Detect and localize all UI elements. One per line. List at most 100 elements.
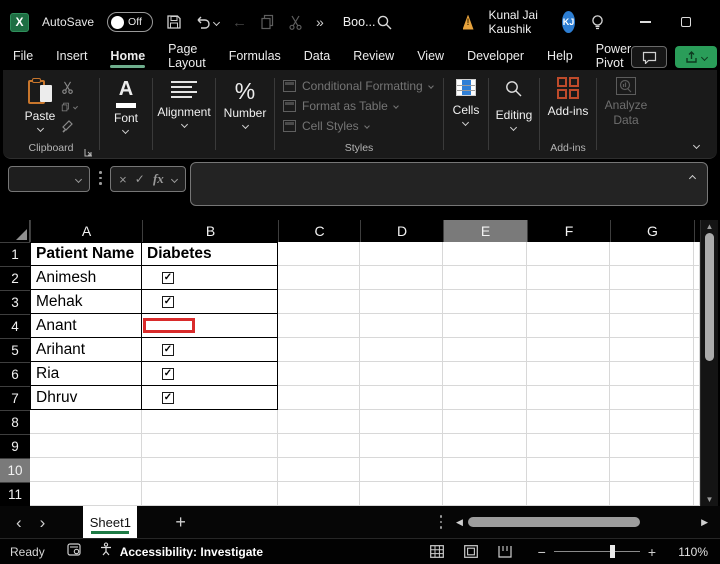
cell-E7[interactable] <box>443 386 527 410</box>
zoom-slider[interactable] <box>554 551 640 552</box>
fx-chevron-icon[interactable] <box>171 175 178 182</box>
column-header-A[interactable]: A <box>30 220 142 242</box>
cell-C8[interactable] <box>278 410 360 434</box>
editing-group-button[interactable]: Editing <box>489 70 539 158</box>
sheet-nav-right-icon[interactable]: › <box>40 514 46 531</box>
cell-B9[interactable] <box>142 434 278 458</box>
cell-F4[interactable] <box>527 314 610 338</box>
cell-F3[interactable] <box>527 290 610 314</box>
row-header-2[interactable]: 2 <box>0 266 30 290</box>
cell-A3[interactable]: Mehak <box>30 290 142 314</box>
tab-help[interactable]: Help <box>547 46 573 69</box>
row-header-5[interactable]: 5 <box>0 338 30 362</box>
cell-B8[interactable] <box>142 410 278 434</box>
zoom-out-button[interactable]: − <box>538 544 546 560</box>
cell-A7[interactable]: Dhruv <box>30 386 142 410</box>
checkbox-checked-icon[interactable]: ✓ <box>162 296 174 308</box>
cells-group-button[interactable]: Cells <box>444 70 488 158</box>
cell-C3[interactable] <box>278 290 360 314</box>
cell-G8[interactable] <box>610 410 694 434</box>
tab-developer[interactable]: Developer <box>467 46 524 69</box>
cell-E9[interactable] <box>443 434 527 458</box>
cell-F10[interactable] <box>527 458 610 482</box>
cell-B4[interactable] <box>142 314 278 338</box>
cell-F7[interactable] <box>527 386 610 410</box>
cell-A4[interactable]: Anant <box>30 314 142 338</box>
autosave-toggle[interactable]: Off <box>107 12 153 32</box>
cell-G4[interactable] <box>610 314 694 338</box>
scroll-up-icon[interactable]: ▲ <box>701 222 718 231</box>
tab-insert[interactable]: Insert <box>56 46 87 69</box>
cell-C7[interactable] <box>278 386 360 410</box>
cell-F1[interactable] <box>527 242 610 266</box>
row-header-8[interactable]: 8 <box>0 410 30 434</box>
overflow-chevron-icon[interactable]: » <box>316 14 324 30</box>
cell-G5[interactable] <box>610 338 694 362</box>
cell-E1[interactable] <box>443 242 527 266</box>
cell-G9[interactable] <box>610 434 694 458</box>
tab-home[interactable]: Home <box>110 46 145 69</box>
cell-C2[interactable] <box>278 266 360 290</box>
cell-C5[interactable] <box>278 338 360 362</box>
undo-icon[interactable] <box>195 15 219 30</box>
cell-G7[interactable] <box>610 386 694 410</box>
cell-styles-button[interactable]: Cell Styles <box>283 116 369 136</box>
horizontal-scrollbar[interactable]: ◀ ▶ <box>456 506 708 538</box>
lightbulb-icon[interactable] <box>590 14 605 31</box>
cell-E11[interactable] <box>443 482 527 506</box>
page-layout-view-button[interactable] <box>454 545 488 558</box>
cell-G1[interactable] <box>610 242 694 266</box>
macro-record-icon[interactable] <box>67 543 81 561</box>
document-title[interactable]: Boo... <box>343 15 376 29</box>
column-header-F[interactable]: F <box>527 220 610 242</box>
cell-C6[interactable] <box>278 362 360 386</box>
accessibility-icon[interactable] <box>99 542 113 561</box>
checkbox-checked-icon[interactable]: ✓ <box>162 344 174 356</box>
row-header-4[interactable]: 4 <box>0 314 30 338</box>
cell-B3[interactable]: ✓ <box>142 290 278 314</box>
collapse-formula-bar-chevron[interactable] <box>689 175 696 182</box>
cell-A10[interactable] <box>30 458 142 482</box>
horizontal-scrollbar-thumb[interactable] <box>468 517 640 527</box>
search-icon[interactable] <box>376 14 393 31</box>
cell-F8[interactable] <box>527 410 610 434</box>
formula-bar-grip-dots[interactable] <box>99 171 102 185</box>
cell-G11[interactable] <box>610 482 694 506</box>
cell-A11[interactable] <box>30 482 142 506</box>
cell-C11[interactable] <box>278 482 360 506</box>
column-header-B[interactable]: B <box>142 220 278 242</box>
column-header-E[interactable]: E <box>443 220 527 242</box>
user-name[interactable]: Kunal Jai Kaushik <box>489 8 547 36</box>
tab-data[interactable]: Data <box>304 46 330 69</box>
enter-icon[interactable]: ✓ <box>135 172 145 186</box>
tab-review[interactable]: Review <box>353 46 394 69</box>
cell-D9[interactable] <box>360 434 443 458</box>
row-header-9[interactable]: 9 <box>0 434 30 458</box>
cell-A8[interactable] <box>30 410 142 434</box>
row-header-3[interactable]: 3 <box>0 290 30 314</box>
cell-G10[interactable] <box>610 458 694 482</box>
cell-C10[interactable] <box>278 458 360 482</box>
zoom-in-button[interactable]: + <box>648 544 656 560</box>
cell-A2[interactable]: Animesh <box>30 266 142 290</box>
selected-checkbox-red-outline[interactable] <box>143 318 195 333</box>
comments-button[interactable] <box>631 46 667 68</box>
warning-icon[interactable]: ! <box>463 15 474 30</box>
checkbox-checked-icon[interactable]: ✓ <box>162 368 174 380</box>
row-header-11[interactable]: 11 <box>0 482 30 506</box>
name-box[interactable] <box>8 166 90 192</box>
minimize-button[interactable] <box>640 21 651 22</box>
scroll-right-icon[interactable]: ▶ <box>701 517 708 528</box>
cell-F6[interactable] <box>527 362 610 386</box>
cell-C1[interactable] <box>278 242 360 266</box>
cell-B5[interactable]: ✓ <box>142 338 278 362</box>
cell-E6[interactable] <box>443 362 527 386</box>
zoom-slider-thumb[interactable] <box>610 545 615 558</box>
format-as-table-button[interactable]: Format as Table <box>283 96 398 116</box>
cell-E2[interactable] <box>443 266 527 290</box>
row-header-7[interactable]: 7 <box>0 386 30 410</box>
column-header-C[interactable]: C <box>278 220 360 242</box>
cell-E8[interactable] <box>443 410 527 434</box>
alignment-group-button[interactable]: Alignment <box>153 70 215 158</box>
conditional-formatting-button[interactable]: Conditional Formatting <box>283 76 433 96</box>
